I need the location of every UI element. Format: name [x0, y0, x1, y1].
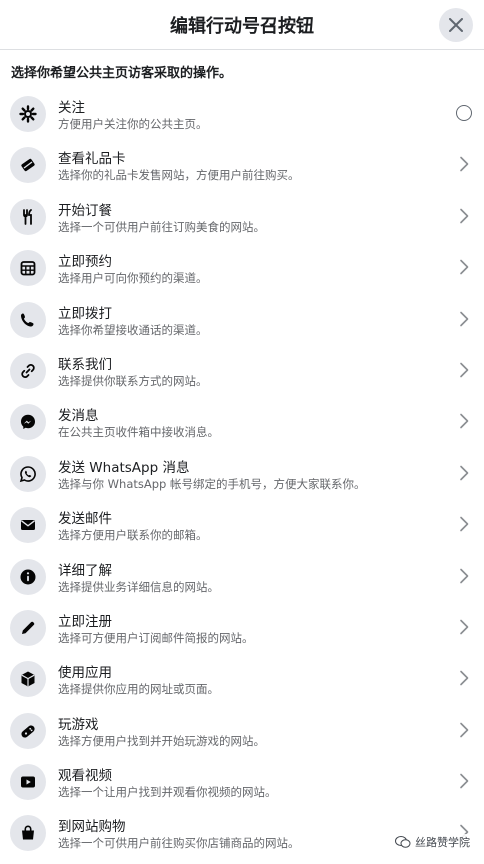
chevron-right-icon: [454, 154, 474, 174]
action-item-title: 到网站购物: [58, 819, 126, 836]
action-item-description: 选择一个可供用户前往订购美食的网站。: [58, 219, 265, 234]
radio-button[interactable]: [454, 103, 474, 123]
action-item[interactable]: 查看礼品卡 选择你的礼品卡发售网站，方便用户前往购买。: [0, 138, 484, 189]
wechat-icon: [395, 836, 411, 848]
action-item-description: 选择方便用户找到并开始玩游戏的网站。: [58, 733, 265, 748]
chevron-right-icon: [454, 360, 474, 380]
action-item-description: 选择提供你联系方式的网站。: [58, 373, 208, 388]
action-item-description: 在公共主页收件箱中接收消息。: [58, 425, 219, 440]
close-button[interactable]: [439, 8, 473, 42]
watermark: 丝路赞学院: [395, 834, 470, 850]
envelope-icon: [10, 507, 46, 544]
dialog-title: 编辑行动号召按钮: [170, 15, 314, 37]
action-item-title: 玩游戏: [58, 716, 99, 733]
cube-icon: [10, 661, 46, 698]
action-item-description: 选择你的礼品卡发售网站，方便用户前往购买。: [58, 168, 300, 183]
action-item-title: 发消息: [58, 408, 99, 425]
link-icon: [10, 352, 46, 389]
calendar-icon: [10, 250, 46, 287]
action-item-title: 观看视频: [58, 768, 112, 785]
action-item[interactable]: 详细了解 选择提供业务详细信息的网站。: [0, 550, 484, 601]
gear-icon: [10, 96, 46, 132]
action-item-description: 选择可方便用户订阅邮件简报的网站。: [58, 630, 254, 645]
action-item[interactable]: 发消息 在公共主页收件箱中接收消息。: [0, 395, 484, 446]
action-item-description: 选择一个让用户找到并观看你视频的网站。: [58, 785, 277, 800]
action-item-title: 使用应用: [58, 665, 112, 682]
action-item-title: 详细了解: [58, 562, 112, 579]
action-item-title: 开始订餐: [58, 202, 112, 219]
chevron-right-icon: [454, 720, 474, 740]
action-item[interactable]: 开始订餐 选择一个可供用户前往订购美食的网站。: [0, 190, 484, 241]
action-item[interactable]: 立即拨打 选择你希望接收通话的渠道。: [0, 293, 484, 344]
action-item[interactable]: 到网站购物 选择一个可供用户前往购买你店铺商品的网站。: [0, 806, 484, 857]
action-item-title: 查看礼品卡: [58, 151, 126, 168]
action-item[interactable]: 发送邮件 选择方便用户联系你的邮箱。: [0, 498, 484, 549]
action-item-description: 方便用户关注你的公共主页。: [58, 117, 208, 131]
action-item-description: 选择用户可向你预约的渠道。: [58, 271, 208, 286]
video-icon: [10, 764, 46, 801]
action-item-title: 关注: [58, 100, 85, 116]
chevron-right-icon: [454, 514, 474, 534]
action-item-description: 选择与你 WhatsApp 帐号绑定的手机号，方便大家联系你。: [58, 476, 366, 491]
action-item[interactable]: 观看视频 选择一个让用户找到并观看你视频的网站。: [0, 755, 484, 806]
chevron-right-icon: [454, 463, 474, 483]
action-item-description: 选择提供你应用的网址或页面。: [58, 682, 219, 697]
messenger-icon: [10, 404, 46, 441]
action-item[interactable]: 关注 方便用户关注你的公共主页。: [0, 87, 484, 138]
chevron-right-icon: [454, 668, 474, 688]
action-item[interactable]: 玩游戏 选择方便用户找到并开始玩游戏的网站。: [0, 704, 484, 755]
radio-circle: [456, 105, 472, 121]
phone-icon: [10, 301, 46, 338]
shopping-bag-icon: [10, 815, 46, 852]
action-item-title: 立即预约: [58, 254, 112, 271]
chevron-right-icon: [454, 309, 474, 329]
chevron-right-icon: [454, 566, 474, 586]
action-item-title: 立即注册: [58, 613, 112, 630]
action-item[interactable]: 使用应用 选择提供你应用的网址或页面。: [0, 652, 484, 703]
chevron-right-icon: [454, 771, 474, 791]
action-item[interactable]: 立即注册 选择可方便用户订阅邮件简报的网站。: [0, 601, 484, 652]
action-item-description: 选择提供业务详细信息的网站。: [58, 579, 219, 594]
action-item-description: 选择你希望接收通话的渠道。: [58, 322, 208, 337]
info-icon: [10, 558, 46, 595]
action-item-description: 选择方便用户联系你的邮箱。: [58, 528, 208, 543]
action-item[interactable]: 联系我们 选择提供你联系方式的网站。: [0, 344, 484, 395]
fork-knife-icon: [10, 198, 46, 235]
chevron-right-icon: [454, 617, 474, 637]
pencil-icon: [10, 609, 46, 646]
prompt-text: 选择你希望公共主页访客采取的操作。: [11, 66, 233, 81]
chevron-right-icon: [454, 257, 474, 277]
dialog-header: 编辑行动号召按钮: [0, 0, 484, 50]
whatsapp-icon: [10, 455, 46, 492]
action-item[interactable]: 发送 WhatsApp 消息 选择与你 WhatsApp 帐号绑定的手机号，方便大…: [0, 447, 484, 498]
watermark-text: 丝路赞学院: [415, 836, 470, 849]
close-icon: [449, 18, 463, 32]
action-item-description: 选择一个可供用户前往购买你店铺商品的网站。: [58, 836, 300, 851]
chevron-right-icon: [454, 206, 474, 226]
action-item-title: 立即拨打: [58, 305, 112, 322]
action-item[interactable]: 立即预约 选择用户可向你预约的渠道。: [0, 241, 484, 292]
gift-card-icon: [10, 147, 46, 184]
action-item-title: 联系我们: [58, 356, 112, 373]
action-list: 关注 方便用户关注你的公共主页。 查看礼品卡 选择你的礼品卡发售网站，方便用户前往购买…: [0, 87, 484, 858]
action-item-title: 发送 WhatsApp 消息: [58, 459, 190, 476]
chevron-right-icon: [454, 411, 474, 431]
gamepad-icon: [10, 712, 46, 749]
action-item-title: 发送邮件: [58, 511, 112, 528]
